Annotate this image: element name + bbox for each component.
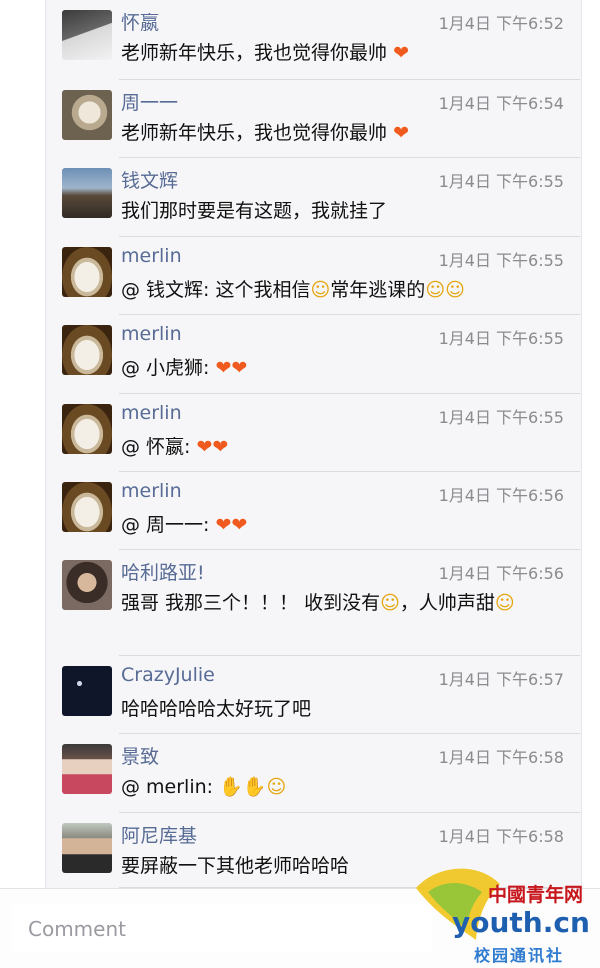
comment-text: 哈哈哈哈哈太好玩了吧 [121,698,312,720]
comment-author[interactable]: CrazyJulie [121,664,215,686]
grinning-face-emoji: ☺ [380,592,400,614]
watermark-sub: 校园通讯社 [474,946,565,965]
comment-text: 老师新年快乐，我也觉得你最帅 ❤ [121,42,409,64]
comment-author[interactable]: 周一一 [121,88,178,115]
comment-item[interactable]: merlin 1月4日 下午6:56 @ 周一一: ❤❤ [45,472,580,550]
comment-text: @ 小虎狮: ❤❤ [121,357,248,379]
comment-item[interactable]: 周一一 1月4日 下午6:54 老师新年快乐，我也觉得你最帅 ❤ [45,80,580,158]
grinning-face-emoji: ☺ [266,776,287,798]
comment-time: 1月4日 下午6:58 [438,748,564,767]
comment-author[interactable]: merlin [121,245,182,267]
comment-author[interactable]: 景致 [121,742,159,769]
comment-author[interactable]: 哈利路亚! [121,558,205,585]
comment-author[interactable]: merlin [121,480,182,502]
comment-item[interactable]: CrazyJulie 1月4日 下午6:57 哈哈哈哈哈太好玩了吧 [45,656,580,734]
comment-input[interactable]: Comment [12,905,432,953]
comment-author[interactable]: 阿尼库基 [121,821,197,848]
avatar[interactable] [62,823,112,873]
comment-text: @ 周一一: ❤❤ [121,514,248,536]
heart-emoji: ❤ [393,122,409,144]
heart-emoji: ❤❤ [196,436,229,458]
thinking-face-emoji: ☺☺ [425,279,465,301]
avatar[interactable] [62,666,112,716]
heart-emoji: ❤ [393,42,409,64]
comment-item[interactable]: merlin 1月4日 下午6:55 @ 小虎狮: ❤❤ [45,315,580,394]
avatar[interactable] [62,247,112,297]
comment-time: 1月4日 下午6:55 [438,251,564,270]
comment-item[interactable]: merlin 1月4日 下午6:55 @ 钱文辉: 这个我相信☺常年逃课的☺☺ [45,237,580,315]
avatar[interactable] [62,744,112,794]
grinning-face-emoji: ☺ [494,592,515,614]
comment-time: 1月4日 下午6:55 [438,408,564,427]
avatar[interactable] [62,482,112,532]
watermark-cn: 中國青年网 [488,884,584,906]
comment-time: 1月4日 下午6:52 [438,14,564,33]
watermark-logo: 中國青年网 youth.cn 校园通讯社 [408,858,600,967]
comment-text: @ 怀嬴: ❤❤ [121,436,229,458]
heart-emoji: ❤❤ [215,514,248,536]
comment-text: @ merlin: ✋✋☺ [121,776,287,798]
comment-item[interactable]: 怀嬴 1月4日 下午6:52 老师新年快乐，我也觉得你最帅 ❤ [45,0,580,80]
heart-emoji: ❤❤ [215,357,248,379]
clap-emoji: ✋✋ [219,776,267,798]
comment-text: 我们那时要是有这题，我就挂了 [121,200,388,222]
comment-item[interactable]: merlin 1月4日 下午6:55 @ 怀嬴: ❤❤ [45,394,580,472]
comment-time: 1月4日 下午6:56 [438,564,564,583]
avatar[interactable] [62,560,112,610]
comment-time: 1月4日 下午6:58 [438,827,564,846]
comment-item[interactable]: 钱文辉 1月4日 下午6:55 我们那时要是有这题，我就挂了 [45,158,580,237]
comment-item[interactable]: 景致 1月4日 下午6:58 @ merlin: ✋✋☺ [45,734,580,813]
avatar[interactable] [62,10,112,60]
comment-placeholder: Comment [28,917,126,941]
avatar[interactable] [62,90,112,140]
watermark-youth: youth.cn [452,906,590,939]
comment-text: 强哥 我那三个！！！ 收到没有☺，人帅声甜☺ [121,592,515,614]
comment-time: 1月4日 下午6:55 [438,329,564,348]
comment-author[interactable]: 钱文辉 [121,166,178,193]
comment-text: 老师新年快乐，我也觉得你最帅 ❤ [121,122,409,144]
comment-time: 1月4日 下午6:55 [438,172,564,191]
comment-author[interactable]: merlin [121,323,182,345]
comment-time: 1月4日 下午6:56 [438,486,564,505]
comment-text: @ 钱文辉: 这个我相信☺常年逃课的☺☺ [121,279,465,301]
avatar[interactable] [62,325,112,375]
comment-time: 1月4日 下午6:54 [438,94,564,113]
comment-item[interactable]: 哈利路亚! 1月4日 下午6:56 强哥 我那三个！！！ 收到没有☺，人帅声甜☺ [45,550,580,656]
comment-time: 1月4日 下午6:57 [438,670,564,689]
comment-author[interactable]: 怀嬴 [121,8,159,35]
avatar[interactable] [62,404,112,454]
avatar[interactable] [62,168,112,218]
thinking-face-emoji: ☺ [310,279,331,301]
comment-author[interactable]: merlin [121,402,182,424]
